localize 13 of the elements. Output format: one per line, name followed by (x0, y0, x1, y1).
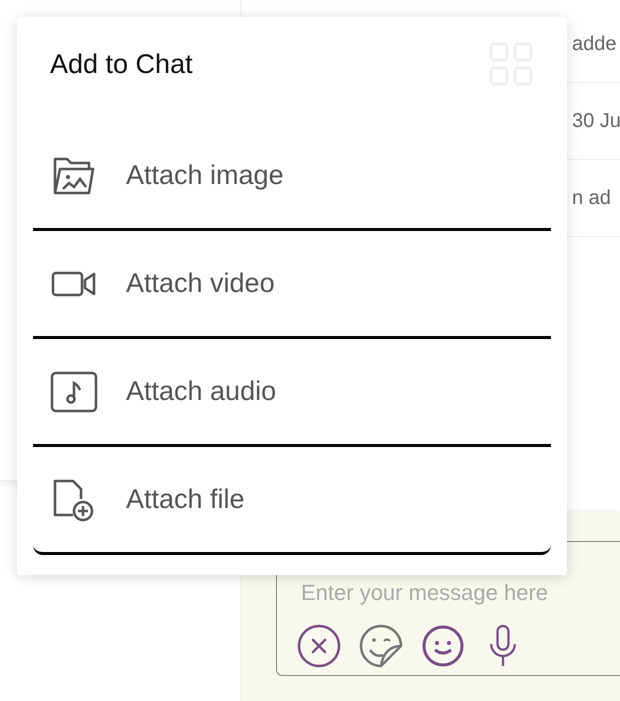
menu-title: Add to Chat (50, 48, 193, 80)
message-preview: adde (572, 32, 616, 56)
menu-item[interactable]: Attach audio (33, 339, 551, 447)
smiley-icon[interactable] (421, 624, 465, 668)
message-preview: 30 Ju (572, 110, 620, 132)
sticker-icon[interactable] (359, 624, 403, 668)
message-preview: n ad (572, 186, 611, 210)
music-note-icon (50, 370, 98, 412)
menu-item[interactable]: Attach file (33, 447, 551, 555)
menu-item[interactable]: Attach video (33, 231, 551, 339)
close-icon[interactable] (297, 624, 341, 668)
message-input[interactable]: Enter your message here (297, 580, 620, 606)
menu-item[interactable]: Attach image (33, 123, 551, 231)
